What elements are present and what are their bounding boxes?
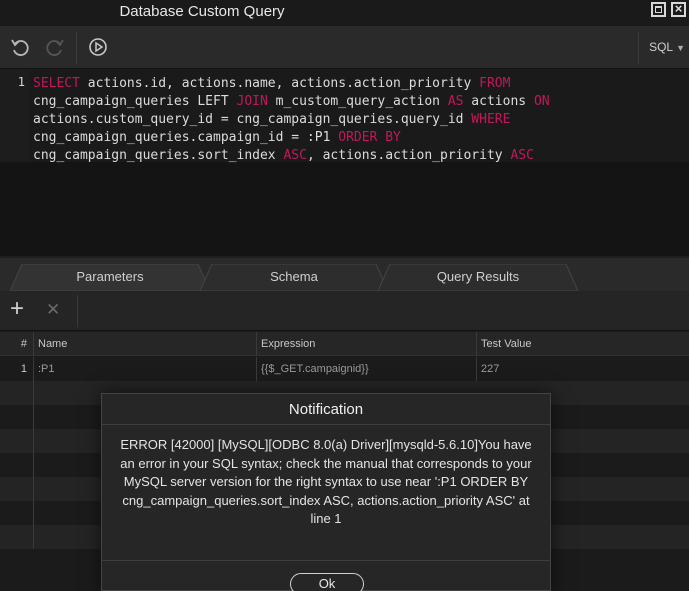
- window-title: Database Custom Query: [119, 3, 285, 20]
- language-dropdown[interactable]: SQL ▼: [649, 40, 685, 54]
- line-number: 1: [17, 75, 25, 89]
- name-cell[interactable]: :P1: [34, 357, 257, 381]
- sql-text: cng_campaign_queries.sort_index: [33, 148, 284, 163]
- sql-text: cng_campaign_queries.campaign_id = :P1: [33, 130, 339, 145]
- notification-dialog: Notification ERROR [42000] [MySQL][ODBC …: [101, 393, 551, 591]
- editor-toolbar: SQL ▼: [0, 26, 689, 69]
- toolbar-separator: [76, 32, 77, 64]
- grid-header: # Name Expression Test Value: [0, 332, 689, 356]
- maximize-icon[interactable]: [651, 2, 666, 17]
- sql-text: actions: [463, 94, 534, 109]
- sql-code[interactable]: SELECT actions.id, actions.name, actions…: [33, 75, 550, 165]
- tab-label: Schema: [270, 269, 318, 284]
- toolbar-separator: [77, 295, 78, 327]
- ok-button[interactable]: Ok: [290, 573, 364, 591]
- undo-icon[interactable]: [9, 36, 31, 58]
- redo-icon[interactable]: [44, 36, 66, 58]
- tab-schema[interactable]: Schema: [200, 264, 388, 291]
- test-value-cell[interactable]: 227: [477, 357, 689, 381]
- tab-label: Query Results: [436, 269, 520, 284]
- close-window-icon[interactable]: ×: [671, 2, 686, 17]
- grid-toolbar: + ✕: [0, 291, 689, 331]
- language-label: SQL: [649, 40, 674, 54]
- dialog-divider: [102, 560, 550, 561]
- title-bar: Database Custom Query ×: [0, 0, 689, 26]
- toolbar-separator: [638, 32, 639, 64]
- sql-keyword: WHERE: [471, 112, 511, 127]
- add-icon[interactable]: +: [10, 295, 24, 323]
- chevron-down-icon: ▼: [676, 43, 685, 53]
- sql-text: , actions.action_priority: [306, 148, 511, 163]
- table-row[interactable]: 1 :P1 {{$_GET.campaignid}} 227: [0, 357, 689, 381]
- column-header-name[interactable]: Name: [34, 332, 257, 356]
- sql-editor[interactable]: 1 SELECT actions.id, actions.name, actio…: [0, 70, 689, 256]
- sql-keyword: FROM: [479, 76, 511, 91]
- sql-keyword: SELECT: [33, 76, 80, 91]
- column-header-number[interactable]: #: [0, 332, 34, 356]
- sql-text: m_custom_query_action: [267, 94, 448, 109]
- code-area[interactable]: SELECT actions.id, actions.name, actions…: [30, 70, 689, 165]
- dialog-title: Notification: [102, 394, 550, 425]
- tab-label: Parameters: [76, 269, 144, 284]
- tab-bar: Parameters Schema Query Results: [0, 258, 689, 291]
- sql-keyword: ASC: [283, 148, 307, 163]
- run-query-icon[interactable]: [87, 36, 109, 58]
- column-header-test-value[interactable]: Test Value: [477, 332, 689, 356]
- expression-cell[interactable]: {{$_GET.campaignid}}: [257, 357, 477, 381]
- column-header-expression[interactable]: Expression: [257, 332, 477, 356]
- sql-keyword: ON: [533, 94, 550, 109]
- error-message: ERROR [42000] [MySQL][ODBC 8.0(a) Driver…: [120, 437, 532, 526]
- sql-keyword: ORDER BY: [338, 130, 401, 145]
- line-gutter: 1: [0, 70, 30, 162]
- tab-parameters[interactable]: Parameters: [10, 264, 210, 291]
- sql-text: cng_campaign_queries LEFT: [33, 94, 237, 109]
- sql-keyword: JOIN: [236, 94, 268, 109]
- delete-icon[interactable]: ✕: [46, 300, 60, 320]
- sql-keyword: AS: [447, 94, 464, 109]
- sql-text: actions.custom_query_id = cng_campaign_q…: [33, 112, 472, 127]
- row-number: 1: [0, 357, 34, 381]
- sql-text: actions.id, actions.name, actions.action…: [79, 76, 480, 91]
- sql-keyword: ASC: [510, 148, 534, 163]
- tab-query-results[interactable]: Query Results: [378, 264, 578, 291]
